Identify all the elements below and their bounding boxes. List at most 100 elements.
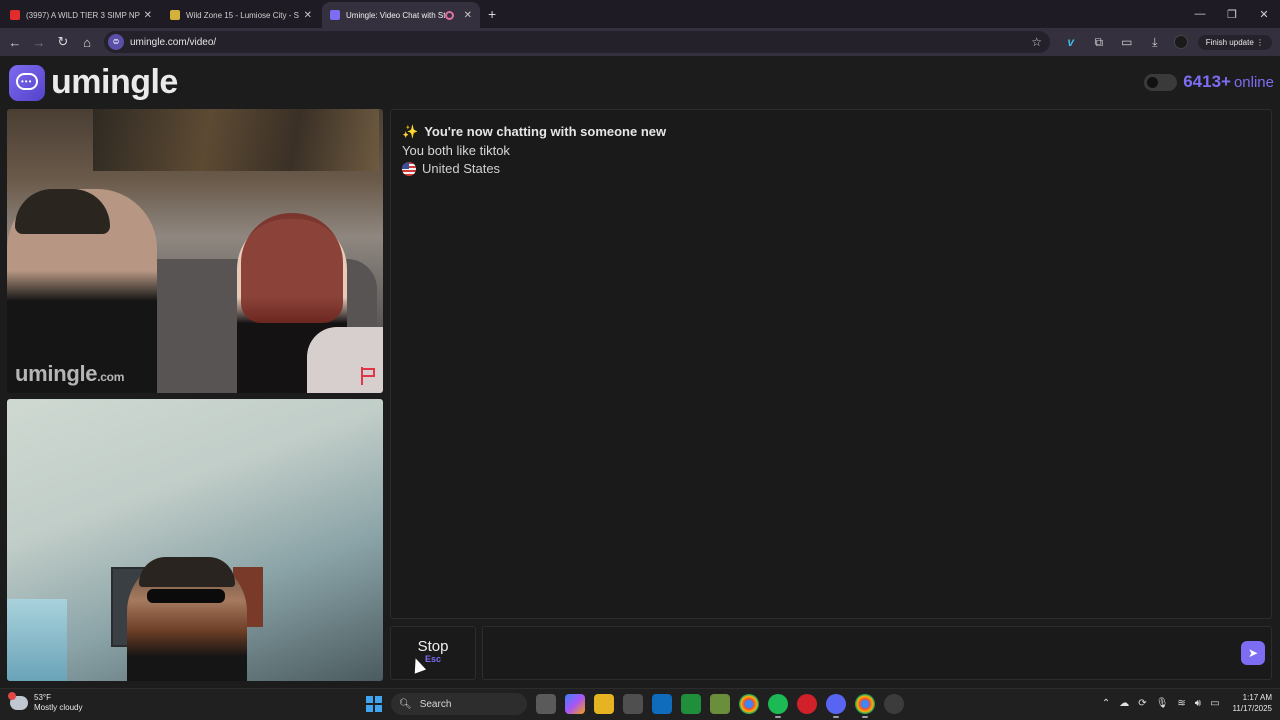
address-bar[interactable]: ⊜ umingle.com/video/ ☆: [104, 31, 1050, 53]
search-label: Search: [419, 698, 452, 710]
new-tab-button[interactable]: +: [488, 6, 496, 22]
reload-icon[interactable]: ↻: [51, 34, 75, 50]
video-watermark: umingle.com: [15, 361, 124, 387]
minecraft-icon[interactable]: [710, 694, 730, 714]
chrome-active-icon[interactable]: [855, 694, 875, 718]
cast-icon[interactable]: ▭: [1118, 35, 1136, 49]
wall-painting: [93, 109, 379, 171]
us-flag-icon: [402, 161, 416, 176]
file-explorer-icon[interactable]: [594, 694, 614, 714]
temperature: 53°F: [34, 693, 51, 702]
obs-icon[interactable]: [884, 694, 904, 714]
profile-avatar[interactable]: [1173, 35, 1188, 49]
umingle-logo[interactable]: ••• umingle: [9, 63, 178, 102]
system-tray: ⌃ ☁ ⟳ 🎙︎ ≋ 🔊︎ ▭ 1:17 AM 11/17/2025: [1102, 692, 1272, 714]
battery-icon[interactable]: ▭: [1210, 698, 1219, 709]
finish-update-button[interactable]: Finish update ⋮: [1197, 34, 1272, 50]
tab-title: (3997) A WILD TIER 3 SIMP NP: [26, 10, 140, 20]
weather-widget[interactable]: 53°F Mostly cloudy: [8, 692, 83, 713]
search-icon: 🔍︎: [399, 698, 412, 710]
chat-log: ✨ You're now chatting with someone new Yo…: [390, 109, 1272, 619]
youtube-icon: [10, 10, 20, 20]
close-tab-icon[interactable]: ✕: [304, 10, 312, 21]
xbox-icon[interactable]: [681, 694, 701, 714]
watermark-text: umingle: [15, 361, 98, 386]
stop-shortcut: Esc: [424, 654, 441, 664]
clock[interactable]: 1:17 AM 11/17/2025: [1233, 692, 1272, 714]
cloud-icon: [8, 692, 28, 710]
tab-youtube[interactable]: (3997) A WILD TIER 3 SIMP NP ✕: [2, 2, 160, 28]
restore-icon[interactable]: ❐: [1216, 8, 1248, 21]
page-content: ••• umingle 6413+ online umingle.com ✨ Y…: [0, 58, 1280, 688]
home-icon[interactable]: ⌂: [75, 35, 99, 50]
download-icon[interactable]: ⤓: [1146, 35, 1164, 50]
finish-update-label: Finish update: [1205, 37, 1254, 47]
chat-status-text: You're now chatting with someone new: [424, 124, 667, 139]
shelf: [7, 599, 67, 681]
clock-time: 1:17 AM: [1242, 693, 1272, 702]
recording-indicator-icon: [444, 10, 454, 20]
stranger-video: umingle.com: [7, 109, 383, 393]
stop-button[interactable]: Stop Esc: [390, 626, 476, 680]
message-box: ➤: [482, 626, 1272, 680]
wifi-icon[interactable]: ≋: [1177, 698, 1185, 709]
chrome-icon[interactable]: [739, 694, 759, 714]
window-controls: — ❐ ✕: [1184, 0, 1280, 28]
volume-icon[interactable]: 🔊︎: [1195, 698, 1201, 709]
close-window-icon[interactable]: ✕: [1248, 8, 1280, 21]
site-info-icon[interactable]: ⊜: [108, 34, 124, 50]
online-count: 6413+: [1183, 72, 1231, 91]
stranger-country: United States: [402, 161, 500, 176]
sync-icon[interactable]: ⟳: [1138, 698, 1146, 709]
minimize-icon[interactable]: —: [1184, 8, 1216, 20]
report-flag-icon[interactable]: [359, 367, 377, 385]
tab-title: Wild Zone 15 - Lumiose City - S: [186, 10, 299, 20]
microphone-icon[interactable]: 🎙︎: [1156, 698, 1169, 709]
address-url[interactable]: umingle.com/video/: [130, 37, 216, 48]
weather-condition: Mostly cloudy: [34, 703, 83, 712]
tab-umingle[interactable]: Umingle: Video Chat with St ✕: [322, 2, 480, 28]
spotify-icon[interactable]: [768, 694, 788, 718]
onedrive-icon[interactable]: ☁: [1119, 698, 1129, 709]
opera-icon[interactable]: [797, 694, 817, 714]
toolbar-right: v ⧉ ▭ ⤓ Finish update ⋮: [1062, 28, 1272, 56]
browser-toolbar: ← → ↻ ⌂ ⊜ umingle.com/video/ ☆ v ⧉ ▭ ⤓ F…: [0, 28, 1280, 56]
bookmark-star-icon[interactable]: ☆: [1031, 35, 1042, 49]
country-name: United States: [422, 161, 501, 176]
chat-status-message: ✨ You're now chatting with someone new: [402, 124, 666, 140]
close-tab-icon[interactable]: ✕: [464, 10, 472, 21]
taskbar-apps: 🔍︎ Search: [366, 693, 904, 718]
watermark-suffix: .com: [97, 370, 125, 384]
start-icon[interactable]: [366, 696, 382, 712]
store-icon[interactable]: [623, 694, 643, 714]
taskbar-search[interactable]: 🔍︎ Search: [391, 693, 527, 715]
browser-tab-strip: (3997) A WILD TIER 3 SIMP NP ✕ Wild Zone…: [0, 0, 1280, 28]
logo-text: umingle: [51, 63, 178, 101]
tab-wild-zone[interactable]: Wild Zone 15 - Lumiose City - S ✕: [162, 2, 320, 28]
online-label: online: [1233, 73, 1274, 91]
self-video: [7, 399, 383, 681]
copilot-icon[interactable]: [565, 694, 585, 714]
task-view-icon[interactable]: [536, 694, 556, 714]
outlook-icon[interactable]: [652, 694, 672, 714]
extensions-icon[interactable]: ⧉: [1090, 35, 1108, 50]
close-tab-icon[interactable]: ✕: [144, 10, 152, 21]
discord-icon[interactable]: [826, 694, 846, 718]
sparkle-icon: ✨: [402, 124, 419, 139]
online-indicator: 6413+ online: [1144, 72, 1274, 92]
back-icon[interactable]: ←: [3, 35, 27, 50]
common-interest: You both like tiktok: [402, 143, 510, 158]
clock-date: 11/17/2025: [1232, 704, 1272, 713]
forward-icon[interactable]: →: [27, 35, 51, 50]
tab-title: Umingle: Video Chat with St: [346, 10, 445, 20]
vimeo-extension-icon[interactable]: v: [1062, 35, 1080, 49]
message-input[interactable]: [483, 627, 1271, 679]
chat-bubble-logo-icon: •••: [9, 64, 45, 101]
send-icon[interactable]: ➤: [1241, 641, 1265, 665]
theme-toggle[interactable]: [1144, 73, 1178, 91]
site-favicon-icon: [170, 10, 180, 20]
stop-label: Stop: [417, 638, 449, 655]
show-hidden-icons-icon[interactable]: ⌃: [1102, 698, 1110, 709]
umingle-favicon-icon: [330, 10, 340, 20]
self-person: [127, 557, 247, 681]
